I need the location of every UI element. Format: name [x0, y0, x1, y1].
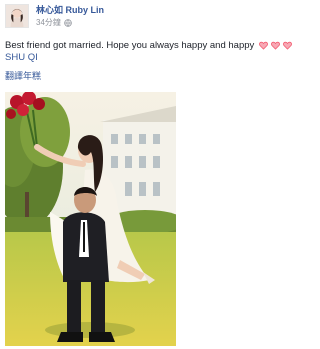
heart-icon	[271, 41, 280, 50]
post-photo[interactable]	[5, 92, 176, 346]
mention-link[interactable]: SHU QI	[5, 52, 315, 64]
facebook-post: 林心如 Ruby Lin 34分鐘 Best friend got marrie…	[0, 0, 320, 349]
globe-icon[interactable]	[64, 18, 72, 27]
caption-text: Best friend got married. Hope you always…	[5, 40, 255, 51]
avatar[interactable]	[5, 4, 29, 28]
avatar-image	[6, 5, 28, 27]
post-meta: 34分鐘	[36, 17, 72, 28]
heart-icon	[283, 41, 292, 50]
heart-icon	[259, 41, 268, 50]
author-name-link[interactable]: 林心如 Ruby Lin	[36, 4, 104, 16]
wedding-photo	[5, 92, 176, 346]
timestamp-link[interactable]: 34分鐘	[36, 17, 61, 28]
heart-emoji-group	[259, 41, 292, 50]
post-caption: Best friend got married. Hope you always…	[5, 39, 315, 64]
translate-link[interactable]: 翻譯年糕	[5, 70, 41, 82]
